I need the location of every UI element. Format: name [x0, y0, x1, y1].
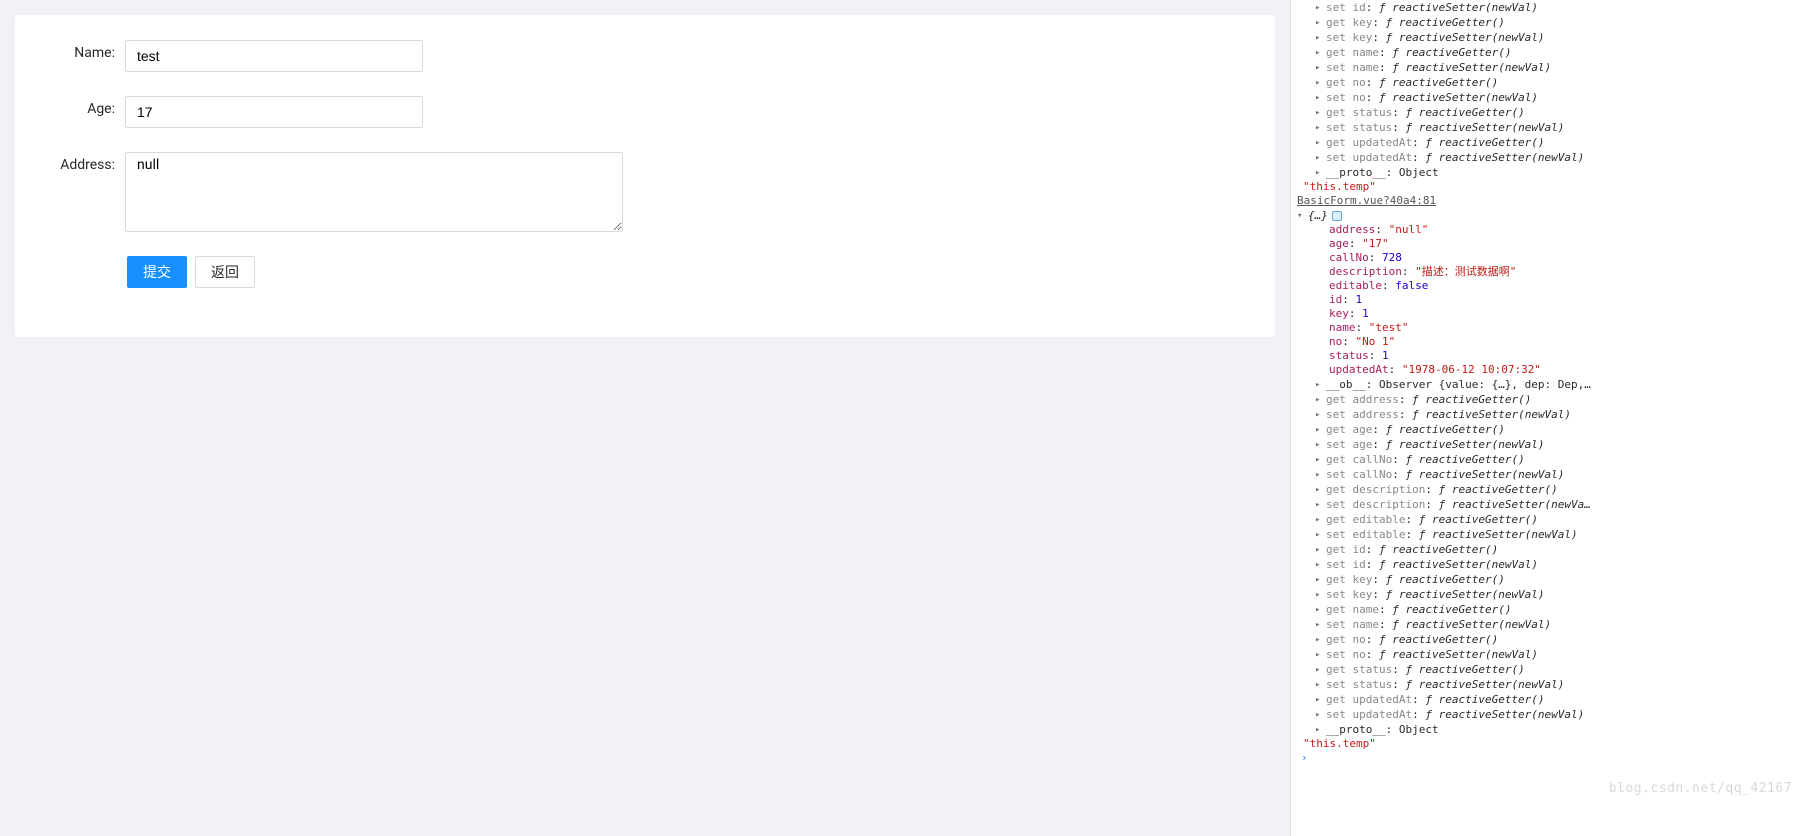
- name-label: Name:: [45, 40, 125, 61]
- back-button[interactable]: 返回: [195, 256, 255, 288]
- console-prompt[interactable]: ›: [1297, 751, 1308, 765]
- this-temp-log: "this.temp": [1303, 180, 1376, 194]
- age-label: Age:: [45, 96, 125, 117]
- devtools-console[interactable]: set id: ƒ reactiveSetter(newVal)get key:…: [1290, 0, 1810, 836]
- form-panel: Name: Age: Address: 提交 返回: [0, 0, 1290, 836]
- info-icon[interactable]: [1332, 211, 1342, 221]
- this-temp-log-2: "this.temp": [1303, 737, 1376, 751]
- name-input[interactable]: [125, 40, 423, 72]
- watermark-text: blog.csdn.net/qq_42167: [1609, 781, 1792, 796]
- address-textarea[interactable]: [125, 152, 623, 232]
- age-input[interactable]: [125, 96, 423, 128]
- submit-button[interactable]: 提交: [127, 256, 187, 288]
- form-card: Name: Age: Address: 提交 返回: [15, 15, 1275, 337]
- address-label: Address:: [45, 152, 125, 173]
- source-link[interactable]: BasicForm.vue?40a4:81: [1297, 194, 1442, 208]
